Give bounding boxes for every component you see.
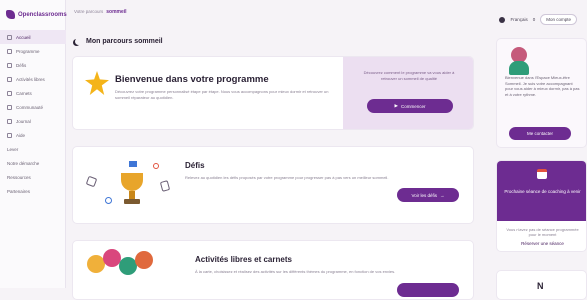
sidebar-item-label: Programme (16, 48, 40, 54)
book-session-link[interactable]: Réserver une séance (503, 241, 582, 246)
coach-card: Bienvenue dans l'Espace Mieux-être Somme… (496, 38, 587, 148)
start-button[interactable]: ▶ Commencer (367, 99, 453, 113)
star-icon (85, 71, 109, 95)
sidebar-link[interactable]: Ressources (0, 170, 66, 184)
start-button-label: Commencer (400, 103, 426, 109)
welcome-card: Bienvenue dans votre programme Découvrez… (72, 56, 474, 130)
notebook-icon (7, 90, 12, 96)
sidebar-nav: Accueil Programme Défis Activités libres… (0, 30, 66, 198)
coach-avatar-body (509, 61, 529, 75)
breadcrumb-prefix: Votre parcours (74, 9, 104, 14)
card-deco-icon (159, 180, 171, 192)
activity-ball-icon (135, 251, 153, 269)
sidebar-item-label: Carnets (16, 90, 32, 96)
sidebar-item-aide[interactable]: Aide (0, 128, 66, 142)
sidebar-item-defis[interactable]: Défis (0, 58, 66, 72)
session-card: Prochaine séance de coaching à venir Vou… (496, 160, 587, 252)
sidebar-item-journal[interactable]: Journal (0, 114, 66, 128)
home-icon (7, 34, 12, 40)
activities-title: Activités libres et carnets (195, 255, 292, 264)
sidebar-item-activites[interactable]: Activités libres (0, 72, 66, 86)
sidebar-item-communaute[interactable]: Communauté (0, 100, 66, 114)
sidebar-item-programme[interactable]: Programme (0, 44, 66, 58)
trophy-base (124, 199, 140, 204)
welcome-title: Bienvenue dans votre programme (115, 74, 269, 85)
sidebar-link[interactable]: Lever (0, 142, 66, 156)
logo-icon (6, 10, 15, 19)
user-menu[interactable]: Mon compte (540, 14, 577, 25)
logo-text: Openclassrooms (18, 11, 67, 18)
welcome-side-text: Découvrez comment le programme va vous a… (363, 70, 455, 81)
sidebar-item-label: Défis (16, 62, 27, 68)
sidebar-item-label: Accueil (16, 34, 31, 40)
page-title: Mon parcours sommeil (75, 38, 163, 45)
help-icon (7, 132, 12, 138)
moon-icon (75, 38, 82, 45)
challenges-body: Relevez au quotidien les défis proposés … (185, 175, 389, 180)
trophy-icon (121, 173, 143, 191)
activities-button[interactable] (397, 283, 459, 297)
journal-icon (7, 118, 12, 124)
session-title: Prochaine séance de coaching à venir (504, 189, 581, 194)
calendar-icon (537, 169, 547, 179)
topbar-actions: Français 0 Mon compte (499, 14, 577, 25)
circle-deco-icon (105, 197, 112, 204)
challenges-title: Défis (185, 161, 205, 170)
play-icon: ▶ (394, 103, 398, 108)
welcome-body: Découvrez votre programme personnalisé é… (115, 89, 329, 100)
activities-body: À la carte, choisissez et réalisez des a… (195, 269, 396, 274)
flag-icon (129, 161, 137, 167)
challenges-card: Défis Relevez au quotidien les défis pro… (72, 146, 474, 224)
see-challenges-label: Voir les défis (411, 192, 437, 198)
activities-card: Activités libres et carnets À la carte, … (72, 240, 474, 300)
session-subtitle: Vous n'avez pas de séance programmée pou… (506, 227, 579, 237)
sidebar-item-label: Journal (16, 118, 31, 124)
activity-icon (7, 76, 12, 82)
sidebar-link[interactable]: Partenaires (0, 184, 66, 198)
sidebar-link[interactable]: Notre démarche (0, 156, 66, 170)
welcome-side-panel: Découvrez comment le programme va vous a… (343, 57, 473, 129)
see-challenges-button[interactable]: Voir les défis → (397, 188, 459, 202)
session-card-header: Prochaine séance de coaching à venir (497, 161, 586, 221)
program-icon (7, 48, 12, 54)
sidebar-item-label: Activités libres (16, 76, 45, 82)
sidebar-item-carnets[interactable]: Carnets (0, 86, 66, 100)
circle-deco-icon (153, 163, 159, 169)
contact-button[interactable]: Me contacter (509, 127, 571, 140)
arrow-right-icon: → (440, 192, 445, 198)
community-icon (7, 104, 12, 110)
sidebar-item-label: Aide (16, 132, 26, 138)
notification-count[interactable]: 0 (533, 17, 536, 22)
bottom-right-card: N (496, 270, 587, 300)
page-title-text: Mon parcours sommeil (86, 38, 163, 45)
sidebar-item-accueil[interactable]: Accueil (0, 30, 66, 44)
trophy-stem (129, 191, 135, 199)
breadcrumb: Votre parcours sommeil (74, 9, 127, 15)
sidebar-item-label: Communauté (16, 104, 44, 110)
card-deco-icon (85, 175, 98, 188)
coach-text: Bienvenue dans l'Espace Mieux-être Somme… (505, 75, 580, 97)
target-icon (7, 62, 12, 68)
breadcrumb-current: sommeil (106, 9, 127, 15)
globe-icon[interactable] (499, 16, 506, 23)
topbar: Votre parcours sommeil Français 0 Mon com… (66, 0, 587, 30)
bottom-card-letter: N (537, 281, 544, 291)
sidebar: Openclassrooms Accueil Programme Défis A… (0, 0, 67, 288)
language-selector[interactable]: Français (510, 17, 527, 22)
logo[interactable]: Openclassrooms (6, 10, 67, 19)
